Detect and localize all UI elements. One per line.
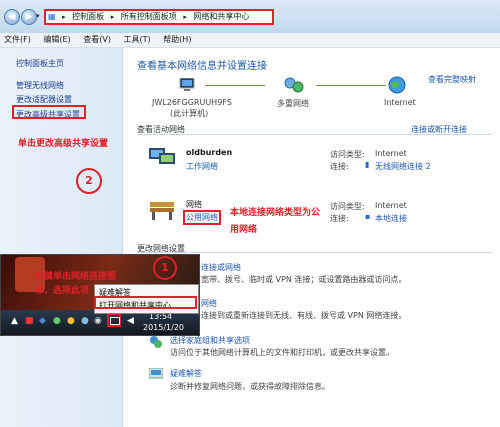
divider bbox=[137, 134, 492, 135]
breadcrumb-control-panel[interactable]: 控制面板 bbox=[72, 12, 104, 21]
computer-name: JWL26FGGRUUH9FS bbox=[152, 98, 232, 107]
net1-conn-label: 连接: bbox=[330, 162, 349, 171]
net2-conn-label: 连接: bbox=[330, 214, 349, 223]
task3-desc: 访问位于其他网络计算机上的文件和打印机，或更改共享设置。 bbox=[170, 348, 394, 357]
map-connector bbox=[205, 85, 265, 86]
sidebar-item-wireless[interactable]: 管理无线网络 bbox=[16, 80, 64, 91]
net1-name: oldburden bbox=[186, 148, 233, 157]
computer-sub: (此计算机) bbox=[170, 109, 209, 118]
step-number-2: 2 bbox=[76, 168, 102, 194]
menu-bar: 文件(F) 编辑(E) 查看(V) 工具(T) 帮助(H) bbox=[0, 33, 500, 48]
task2-desc: 连接到或重新连接到无线、有线、拨号或 VPN 网络连接。 bbox=[201, 311, 407, 320]
map-connector bbox=[316, 85, 386, 86]
highlight-advanced-sharing bbox=[12, 105, 86, 119]
clock-date[interactable]: 2015/1/20 bbox=[143, 323, 184, 332]
multiple-networks-icon bbox=[284, 77, 304, 93]
public-network-bench-icon bbox=[147, 198, 177, 222]
step-number-1: 1 bbox=[153, 256, 177, 280]
tray-shield-icon[interactable]: ◆ bbox=[39, 316, 46, 326]
volume-icon[interactable]: ◀ bbox=[127, 316, 134, 326]
annotation-step2: 单击更改高级共享设置 bbox=[18, 139, 109, 149]
task4-link[interactable]: 疑难解答 bbox=[170, 368, 202, 379]
net1-type-link[interactable]: 工作网络 bbox=[186, 161, 218, 172]
tray-audio-icon[interactable]: ◉ bbox=[94, 316, 102, 326]
tray-app-icon[interactable]: ■ bbox=[25, 316, 34, 326]
task3-link[interactable]: 选择家庭组和共享选项 bbox=[170, 335, 250, 346]
divider bbox=[137, 252, 492, 253]
sidebar-item-home[interactable]: 控制面板主页 bbox=[16, 58, 64, 69]
page-title: 查看基本网络信息并设置连接 bbox=[137, 61, 267, 72]
homegroup-icon bbox=[149, 335, 163, 349]
highlight-open-network-center bbox=[94, 296, 197, 309]
annotation-step1-line1: 右键单击网络连接图 bbox=[35, 272, 117, 282]
internet-globe-icon bbox=[388, 76, 406, 94]
annotation-public-network-line1: 本地连接网络类型为公 bbox=[230, 208, 321, 218]
forward-arrow-icon[interactable]: ▶ bbox=[21, 9, 37, 25]
menu-file[interactable]: 文件(F) bbox=[4, 33, 31, 47]
menu-tools[interactable]: 工具(T) bbox=[124, 33, 151, 47]
breadcrumb-all-items[interactable]: 所有控制面板项 bbox=[121, 12, 177, 21]
multi-network-label: 多重网络 bbox=[277, 99, 309, 108]
network-tray-icon[interactable] bbox=[107, 313, 121, 327]
wireless-signal-icon: ▮ bbox=[365, 160, 370, 169]
work-network-icon bbox=[147, 145, 177, 167]
net2-name: 网络 bbox=[186, 200, 202, 209]
menu-view[interactable]: 查看(V) bbox=[83, 33, 111, 47]
menu-edit[interactable]: 编辑(E) bbox=[43, 33, 70, 47]
task4-desc: 诊断并修复网络问题，或获得故障排除信息。 bbox=[170, 382, 330, 391]
lan-icon: ▪ bbox=[365, 212, 371, 221]
tray-security-icon[interactable]: ● bbox=[53, 316, 61, 326]
net2-access-label: 访问类型: bbox=[330, 202, 365, 211]
net2-access-value: Internet bbox=[375, 201, 407, 210]
task2-link[interactable]: 网络 bbox=[201, 298, 217, 309]
net1-access-value: Internet bbox=[375, 149, 407, 158]
net2-type-link[interactable]: 公用网络 bbox=[183, 210, 221, 225]
history-dropdown-icon[interactable]: ▾ bbox=[36, 12, 40, 20]
tray-cloud-icon[interactable]: ● bbox=[81, 316, 89, 326]
task1-desc: 宽带、拨号、临时或 VPN 连接；或设置路由器或访问点。 bbox=[201, 275, 407, 284]
tray-expand-icon[interactable]: ▲ bbox=[11, 316, 18, 326]
window-titlebar: ◀ ▶ ▾ ▦ ▸ 控制面板 ▸ 所有控制面板项 ▸ 网络和共享中心 bbox=[0, 0, 500, 34]
sidebar-item-adapter[interactable]: 更改适配器设置 bbox=[16, 94, 72, 105]
control-panel-icon: ▦ bbox=[48, 12, 56, 21]
menu-help[interactable]: 帮助(H) bbox=[163, 33, 191, 47]
task1-link[interactable]: 连接或网络 bbox=[201, 262, 241, 273]
breadcrumb-network-center[interactable]: 网络和共享中心 bbox=[193, 12, 249, 21]
net2-connection-link[interactable]: 本地连接 bbox=[375, 213, 407, 224]
troubleshoot-icon bbox=[148, 367, 164, 381]
net1-access-label: 访问类型: bbox=[330, 150, 365, 159]
computer-icon bbox=[179, 77, 195, 92]
tray-update-icon[interactable]: ● bbox=[67, 316, 75, 326]
internet-label: Internet bbox=[384, 98, 416, 107]
net1-connection-link[interactable]: 无线网络连接 2 bbox=[375, 161, 431, 172]
annotation-public-network-line2: 用网络 bbox=[230, 225, 258, 235]
address-bar[interactable]: ▦ ▸ 控制面板 ▸ 所有控制面板项 ▸ 网络和共享中心 bbox=[44, 9, 274, 25]
back-arrow-icon[interactable]: ◀ bbox=[4, 9, 20, 25]
view-full-map-link[interactable]: 查看完整映射 bbox=[428, 74, 476, 85]
annotation-step1-line2: 标，选择此项 bbox=[35, 286, 90, 296]
